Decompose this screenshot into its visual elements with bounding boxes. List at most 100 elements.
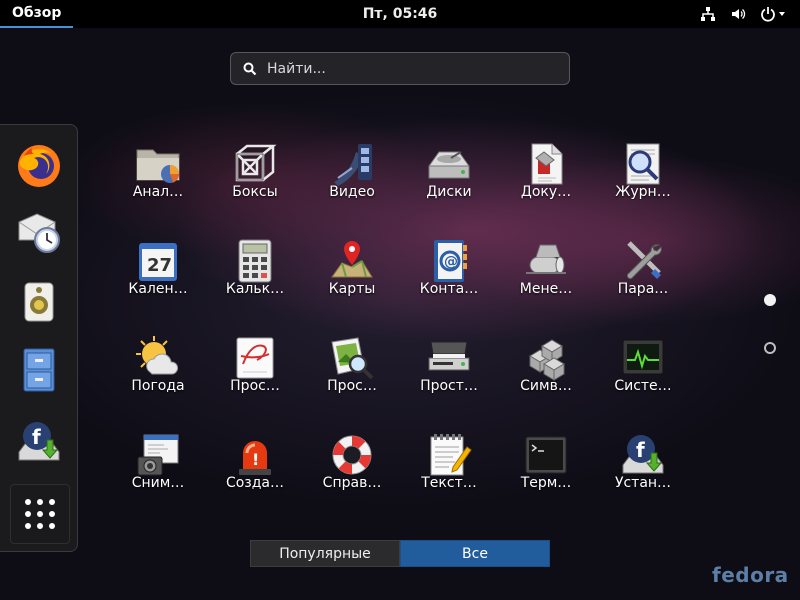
power-icon[interactable]	[760, 6, 786, 22]
activities-button[interactable]: Обзор	[0, 0, 74, 28]
app-weather[interactable]: Погода	[110, 332, 206, 422]
search-bar[interactable]	[230, 52, 570, 85]
scanner-icon	[423, 332, 475, 384]
contacts-icon: @	[423, 235, 475, 287]
app-label: Мене…	[519, 281, 573, 297]
fedora-install-icon: f	[18, 422, 60, 461]
app-fedora-install[interactable]: f Устан…	[595, 429, 691, 519]
app-label: Текст…	[421, 475, 477, 491]
dash-rhythmbox[interactable]	[10, 273, 68, 331]
boxes-icon	[229, 138, 281, 190]
app-label: Прос…	[327, 378, 377, 394]
app-help[interactable]: Справ…	[304, 429, 400, 519]
dash: f	[0, 124, 78, 552]
network-wired-icon[interactable]	[700, 6, 716, 22]
app-label: Кальк…	[225, 281, 285, 297]
app-alarm[interactable]: ! Созда…	[207, 429, 303, 519]
svg-text:@: @	[444, 254, 458, 270]
settings-tools-icon	[617, 235, 669, 287]
app-label: Анал…	[132, 184, 184, 200]
app-disks[interactable]: Диски	[401, 138, 497, 228]
weather-icon	[132, 332, 184, 384]
app-label: Созда…	[225, 475, 285, 491]
terminal-icon	[520, 429, 572, 481]
app-label: Журн…	[615, 184, 671, 200]
fedora-install-icon: f	[617, 429, 669, 481]
app-label: Боксы	[232, 184, 278, 200]
top-bar: Обзор Пт, 05:46	[0, 0, 800, 28]
app-videos[interactable]: Видео	[304, 138, 400, 228]
logs-magnifier-icon	[617, 138, 669, 190]
show-apps-button[interactable]	[10, 484, 70, 544]
tab-all[interactable]: Все	[400, 540, 550, 567]
app-characters[interactable]: Симв…	[498, 332, 594, 422]
app-scanner[interactable]: Прост…	[401, 332, 497, 422]
font-viewer-icon	[229, 332, 281, 384]
show-apps-grid-icon	[25, 499, 55, 529]
svg-text:!: !	[252, 450, 259, 469]
app-label: Карты	[328, 281, 376, 297]
chevron-down-icon	[779, 12, 785, 16]
system-monitor-icon	[617, 332, 669, 384]
app-logs[interactable]: Журн…	[595, 138, 691, 228]
app-terminal[interactable]: Терм…	[498, 429, 594, 519]
app-system-monitor[interactable]: Систе…	[595, 332, 691, 422]
app-font-viewer[interactable]: Прос…	[207, 332, 303, 422]
clock: Пт, 05:46	[0, 0, 800, 28]
maps-pin-icon	[326, 235, 378, 287]
view-switcher: Популярные Все	[250, 540, 550, 567]
text-editor-icon	[423, 429, 475, 481]
fedora-logo: fedora	[712, 563, 789, 587]
app-calculator[interactable]: Кальк…	[207, 235, 303, 325]
tab-frequent[interactable]: Популярные	[250, 540, 400, 567]
calculator-icon	[229, 235, 281, 287]
app-label: Систе…	[614, 378, 672, 394]
screenshot-icon	[132, 429, 184, 481]
search-icon	[243, 62, 257, 75]
app-maps[interactable]: Карты	[304, 235, 400, 325]
app-label: Диски	[426, 184, 472, 200]
app-label: Терм…	[520, 475, 572, 491]
app-label: Кален…	[128, 281, 188, 297]
app-settings[interactable]: Пара…	[595, 235, 691, 325]
dash-files[interactable]	[10, 341, 68, 399]
app-label: Доку…	[520, 184, 572, 200]
dash-evolution[interactable]	[10, 203, 68, 261]
app-label: Видео	[329, 184, 375, 200]
dash-firefox[interactable]	[10, 137, 68, 195]
app-screenshot[interactable]: Сним…	[110, 429, 206, 519]
help-lifebuoy-icon	[326, 429, 378, 481]
app-document-viewer[interactable]: Доку…	[498, 138, 594, 228]
app-label: Устан…	[614, 475, 672, 491]
app-label: Конта…	[419, 281, 479, 297]
app-boxes[interactable]: Боксы	[207, 138, 303, 228]
dash-fedora-install[interactable]: f	[10, 413, 68, 471]
svg-text:f: f	[636, 438, 645, 462]
app-label: Справ…	[322, 475, 382, 491]
app-package-manager[interactable]: Мене…	[498, 235, 594, 325]
clock-label[interactable]: Пт, 05:46	[363, 6, 438, 22]
app-label: Погода	[131, 378, 185, 394]
document-viewer-icon	[520, 138, 572, 190]
page-indicator-1[interactable]	[764, 294, 776, 306]
app-image-viewer[interactable]: Прос…	[304, 332, 400, 422]
alarm-light-icon: !	[229, 429, 281, 481]
app-calendar[interactable]: 27 Кален…	[110, 235, 206, 325]
file-cabinet-icon	[23, 348, 55, 392]
svg-text:27: 27	[147, 255, 172, 276]
app-contacts[interactable]: @ Конта…	[401, 235, 497, 325]
app-disk-usage[interactable]: Анал…	[110, 138, 206, 228]
calendar-icon: 27	[132, 235, 184, 287]
app-label: Прост…	[420, 378, 478, 394]
page-indicator-2[interactable]	[764, 342, 776, 354]
search-input[interactable]	[265, 59, 549, 78]
disks-icon	[423, 138, 475, 190]
system-tray[interactable]	[700, 0, 786, 28]
video-film-icon	[326, 138, 378, 190]
volume-icon[interactable]	[730, 6, 746, 22]
image-viewer-icon	[326, 332, 378, 384]
app-label: Прос…	[230, 378, 280, 394]
characters-icon	[520, 332, 572, 384]
app-label: Пара…	[617, 281, 669, 297]
app-text-editor[interactable]: Текст…	[401, 429, 497, 519]
